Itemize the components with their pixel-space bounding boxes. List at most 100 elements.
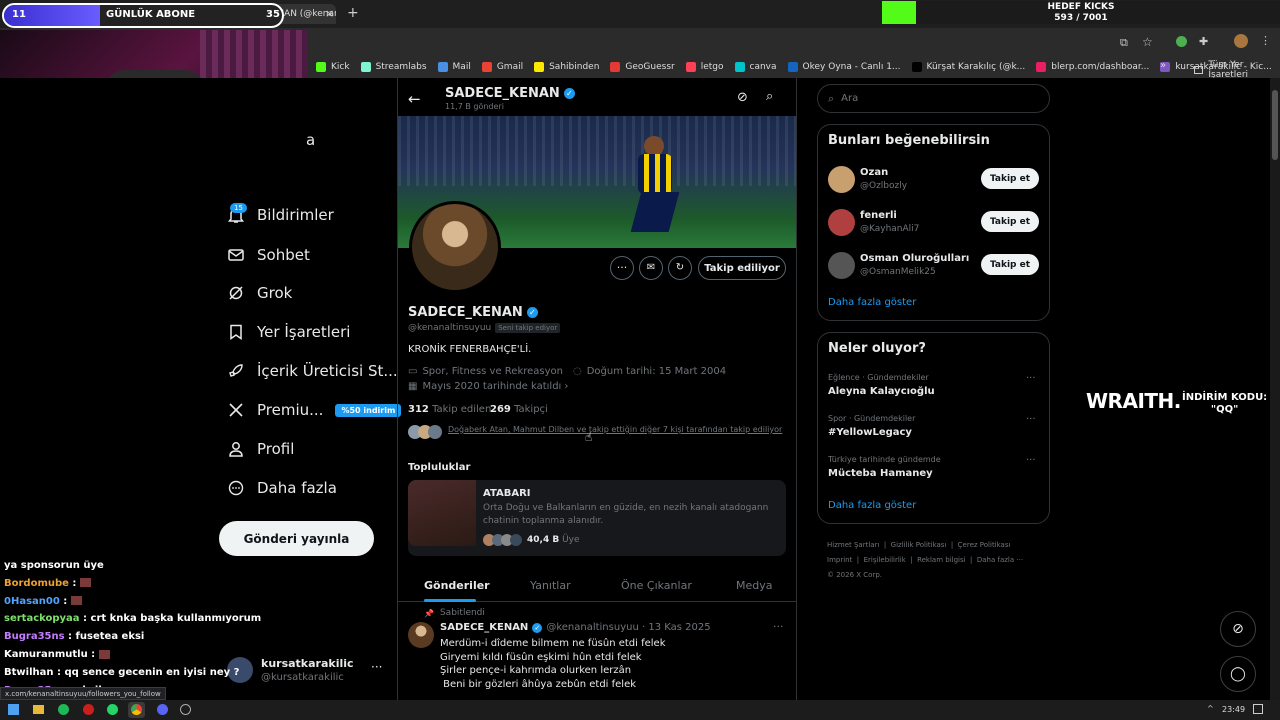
grok-float-icon[interactable]: ⊘ [1220,611,1256,647]
bookmark-item[interactable]: Mail [437,62,471,72]
tweet-avatar[interactable] [408,622,434,648]
chevron-right-icon[interactable]: » [1160,60,1166,71]
trend-more-icon[interactable]: ··· [1026,414,1036,425]
bookmark-item[interactable]: Kürşat Karakılıç (@k... [911,62,1025,72]
bookmark-item[interactable]: letgo [685,62,724,72]
app-icon[interactable] [83,704,94,715]
sidebar-item-grok[interactable]: Grok [228,284,292,302]
bookmark-item[interactable]: Sahibinden [534,62,599,72]
sidebar-item-creator-studio[interactable]: İçerik Üreticisi St... [228,362,398,380]
whatsapp-icon[interactable] [107,704,118,715]
followers-count-link[interactable]: 269 Takipçi [490,404,548,415]
trend-item[interactable]: Spor · Gündemdekiler #YellowLegacy ··· [828,414,1040,448]
chat-username[interactable]: Bugra35ns [4,631,65,642]
sidebar-item-notifications[interactable]: Bildirimler 15 [228,203,334,224]
bookmark-item[interactable]: Gmail [481,62,523,72]
mutual-followers-link[interactable]: Doğaberk Atan, Mahmut Dilben ve takip et… [448,425,788,434]
menu-icon[interactable]: ⋮ [1260,34,1271,47]
search-icon[interactable]: ⌕ [766,89,773,104]
app-icon[interactable] [180,704,191,715]
tab-replies[interactable]: Yanıtlar [530,579,571,592]
bookmark-item[interactable]: blerp.com/dashboar... [1036,62,1149,72]
chat-username[interactable]: Btwilhan [4,667,53,678]
bookmark-item[interactable]: Kick [316,62,350,72]
star-icon[interactable]: ☆ [1142,35,1153,49]
windows-start-icon[interactable] [8,704,19,715]
suggested-user-name[interactable]: Ozan [860,167,888,178]
suggested-user-name[interactable]: fenerli [860,210,897,221]
post-button[interactable]: Gönderi yayınla [219,521,374,556]
search-box[interactable]: ⌕ Ara [817,84,1050,113]
spotify-icon[interactable] [58,704,69,715]
tweet-more-icon[interactable]: ··· [773,620,784,633]
file-explorer-icon[interactable] [33,705,44,714]
tab-media[interactable]: Medya [736,579,773,592]
install-icon[interactable]: ⧉ [1120,36,1128,50]
suggested-user-row[interactable]: Osman Oluroğulları @OsmanMelik25 Takip et [828,251,1040,281]
bookmark-item[interactable]: canva [734,62,777,72]
following-count-link[interactable]: 312 Takip edilen [408,404,491,415]
notification-bell-icon[interactable]: ↻ [668,256,692,280]
footer-link[interactable]: Erişilebilirlik [864,556,906,564]
discord-icon[interactable] [157,704,168,715]
chat-username[interactable]: Bordomube [4,578,69,589]
close-tab-icon[interactable]: × [325,7,334,20]
clock[interactable]: 23:49 [1222,705,1245,714]
new-tab-button[interactable]: + [347,5,359,21]
trend-more-icon[interactable]: ··· [1026,455,1036,466]
following-button[interactable]: Takip ediliyor [698,256,786,280]
suggested-user-row[interactable]: Ozan @Ozlbozly Takip et [828,165,1040,195]
follow-button[interactable]: Takip et [981,211,1039,232]
footer-link[interactable]: Çerez Politikası [958,541,1011,549]
footer-link[interactable]: Gizlilik Politikası [891,541,947,549]
trend-item[interactable]: Eğlence · Gündemdekiler Aleyna Kalaycıoğl… [828,373,1040,407]
avatar[interactable] [828,209,855,236]
bookmark-item[interactable]: Okey Oyna - Canlı 1... [787,62,901,72]
bookmark-item[interactable]: Streamlabs [360,62,427,72]
extension-icon[interactable] [1176,36,1187,47]
follow-button[interactable]: Takip et [981,254,1039,275]
sidebar-item-more[interactable]: Daha fazla [228,479,337,497]
sidebar-item-bookmarks[interactable]: Yer İşaretleri [228,323,350,341]
account-name[interactable]: kursatkarakilic [261,657,354,670]
suggested-user-name[interactable]: Osman Oluroğulları [860,253,969,264]
all-bookmarks[interactable]: Tüm Yer İşaretleri [1194,60,1280,80]
tweet-date[interactable]: 13 Kas 2025 [648,622,710,633]
chat-username[interactable]: sertackopyaa [4,613,80,624]
sidebar-item-premium[interactable]: Premiu... %50 indirim [228,401,402,419]
show-more-link[interactable]: Daha fazla göster [828,500,916,511]
search-input[interactable]: Ara [841,93,858,104]
chrome-icon-active[interactable] [128,702,145,718]
trend-item[interactable]: Türkiye tarihinde gündemde Mücteba Hamane… [828,455,1040,489]
follow-button[interactable]: Takip et [981,168,1039,189]
page-scrollbar[interactable] [1270,78,1280,700]
back-arrow-icon[interactable]: ← [408,90,421,108]
sidebar-item-profile[interactable]: Profil [228,440,294,458]
more-options-icon[interactable]: ··· [610,256,634,280]
chat-username[interactable]: 0Hasan00 [4,596,60,607]
tweet-author[interactable]: SADECE_KENAN [440,622,528,633]
message-icon[interactable]: ✉ [639,256,663,280]
suggested-user-row[interactable]: fenerli @KayhanAli7 Takip et [828,208,1040,238]
footer-link[interactable]: Hizmet Şartları [827,541,879,549]
show-more-link[interactable]: Daha fazla göster [828,297,916,308]
notification-center-icon[interactable] [1253,704,1263,714]
puzzle-icon[interactable]: ✚ [1199,35,1208,48]
footer-link[interactable]: Reklam bilgisi [917,556,966,564]
scrollbar-thumb[interactable] [1272,90,1278,160]
profile-avatar[interactable] [409,201,501,293]
tray-chevron-icon[interactable]: ^ [1207,704,1214,713]
messages-float-icon[interactable]: ◯ [1220,656,1256,692]
footer-link[interactable]: Imprint [827,556,852,564]
tab-posts[interactable]: Gönderiler [424,579,490,592]
trend-more-icon[interactable]: ··· [1026,373,1036,384]
avatar[interactable] [828,252,855,279]
bookmark-item[interactable]: GeoGuessr [610,62,675,72]
avatar[interactable] [1234,34,1248,48]
avatar[interactable] [828,166,855,193]
sidebar-item-chat[interactable]: Sohbet [228,246,310,264]
footer-link[interactable]: Daha fazla ··· [977,556,1023,564]
community-card[interactable]: ATABARI Orta Doğu ve Balkanların en güzi… [408,480,786,556]
account-more-icon[interactable]: ··· [371,660,382,674]
tab-highlights[interactable]: Öne Çıkanlar [621,579,692,592]
